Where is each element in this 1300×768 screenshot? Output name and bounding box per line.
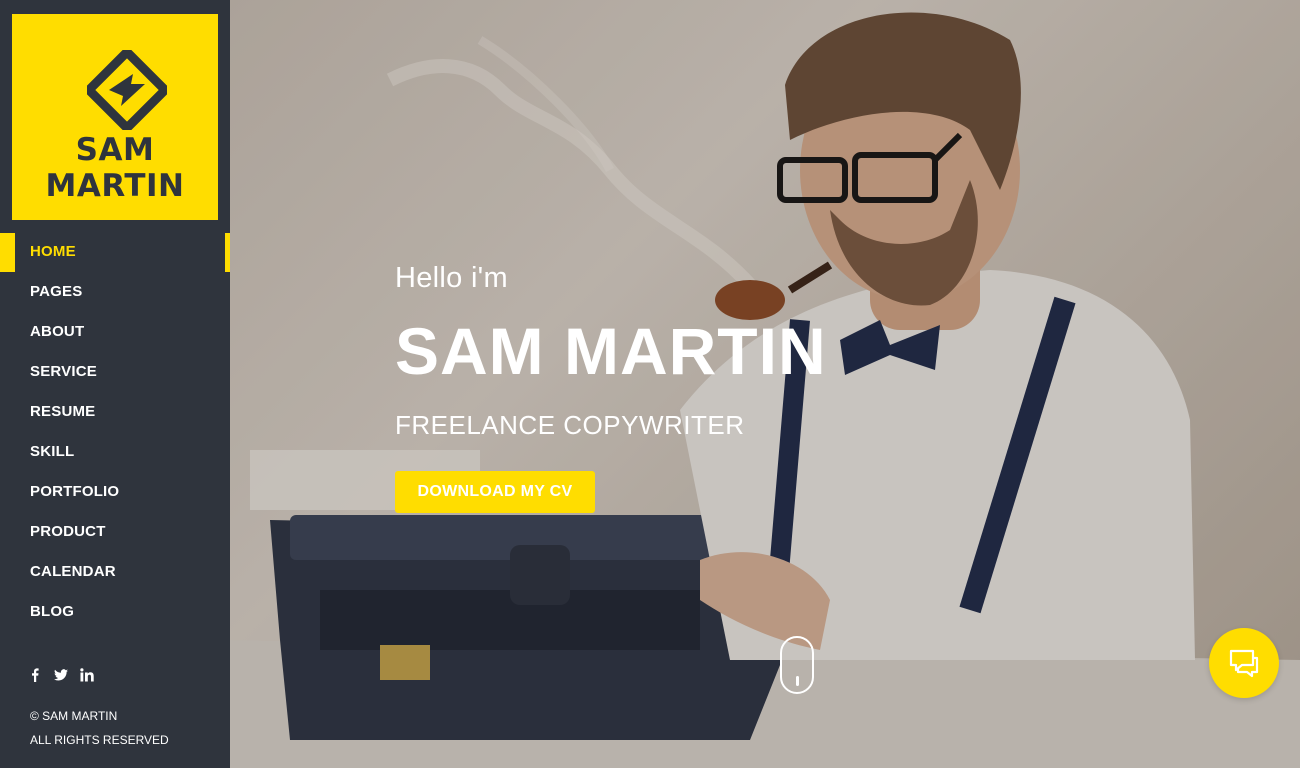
- diamond-s-logo-icon: [87, 50, 167, 130]
- nav-item-portfolio[interactable]: PORTFOLIO: [0, 472, 230, 512]
- nav-item-pages[interactable]: PAGES: [0, 272, 230, 312]
- main-nav: HOME PAGES ABOUT SERVICE RESUME SKILL PO…: [0, 232, 230, 632]
- logo-text: SAM MARTIN: [12, 132, 218, 204]
- nav-item-resume[interactable]: RESUME: [0, 392, 230, 432]
- hero-content: Hello i'm SAM MARTIN FREELANCE COPYWRITE…: [395, 262, 827, 513]
- hero-greeting: Hello i'm: [395, 262, 508, 294]
- nav-item-product[interactable]: PRODUCT: [0, 512, 230, 552]
- facebook-icon[interactable]: [28, 666, 42, 684]
- hero-section: Hello i'm SAM MARTIN FREELANCE COPYWRITE…: [230, 0, 1300, 768]
- mouse-scroll-icon[interactable]: [780, 636, 814, 694]
- rights-text: ALL RIGHTS RESERVED: [30, 733, 169, 747]
- nav-item-calendar[interactable]: CALENDAR: [0, 552, 230, 592]
- logo-line-2: MARTIN: [45, 168, 185, 204]
- sidebar: SAM MARTIN HOME PAGES ABOUT SERVICE RESU…: [0, 0, 230, 768]
- hero-name: SAM MARTIN: [395, 314, 827, 388]
- logo[interactable]: SAM MARTIN: [12, 14, 218, 220]
- twitter-icon[interactable]: [54, 666, 68, 684]
- nav-item-service[interactable]: SERVICE: [0, 352, 230, 392]
- nav-item-blog[interactable]: BLOG: [0, 592, 230, 632]
- social-links: [28, 666, 94, 684]
- nav-item-about[interactable]: ABOUT: [0, 312, 230, 352]
- download-cv-button[interactable]: DOWNLOAD MY CV: [395, 471, 595, 513]
- nav-item-skill[interactable]: SKILL: [0, 432, 230, 472]
- hero-role: FREELANCE COPYWRITER: [395, 410, 745, 440]
- nav-item-home[interactable]: HOME: [0, 232, 230, 272]
- chat-button[interactable]: [1209, 628, 1279, 698]
- logo-line-1: SAM: [75, 132, 155, 168]
- linkedin-icon[interactable]: [80, 666, 94, 684]
- copyright-text: © SAM MARTIN: [30, 709, 118, 723]
- chat-bubble-icon: [1229, 649, 1259, 678]
- footer-copyright: © SAM MARTIN ALL RIGHTS RESERVED: [30, 704, 169, 752]
